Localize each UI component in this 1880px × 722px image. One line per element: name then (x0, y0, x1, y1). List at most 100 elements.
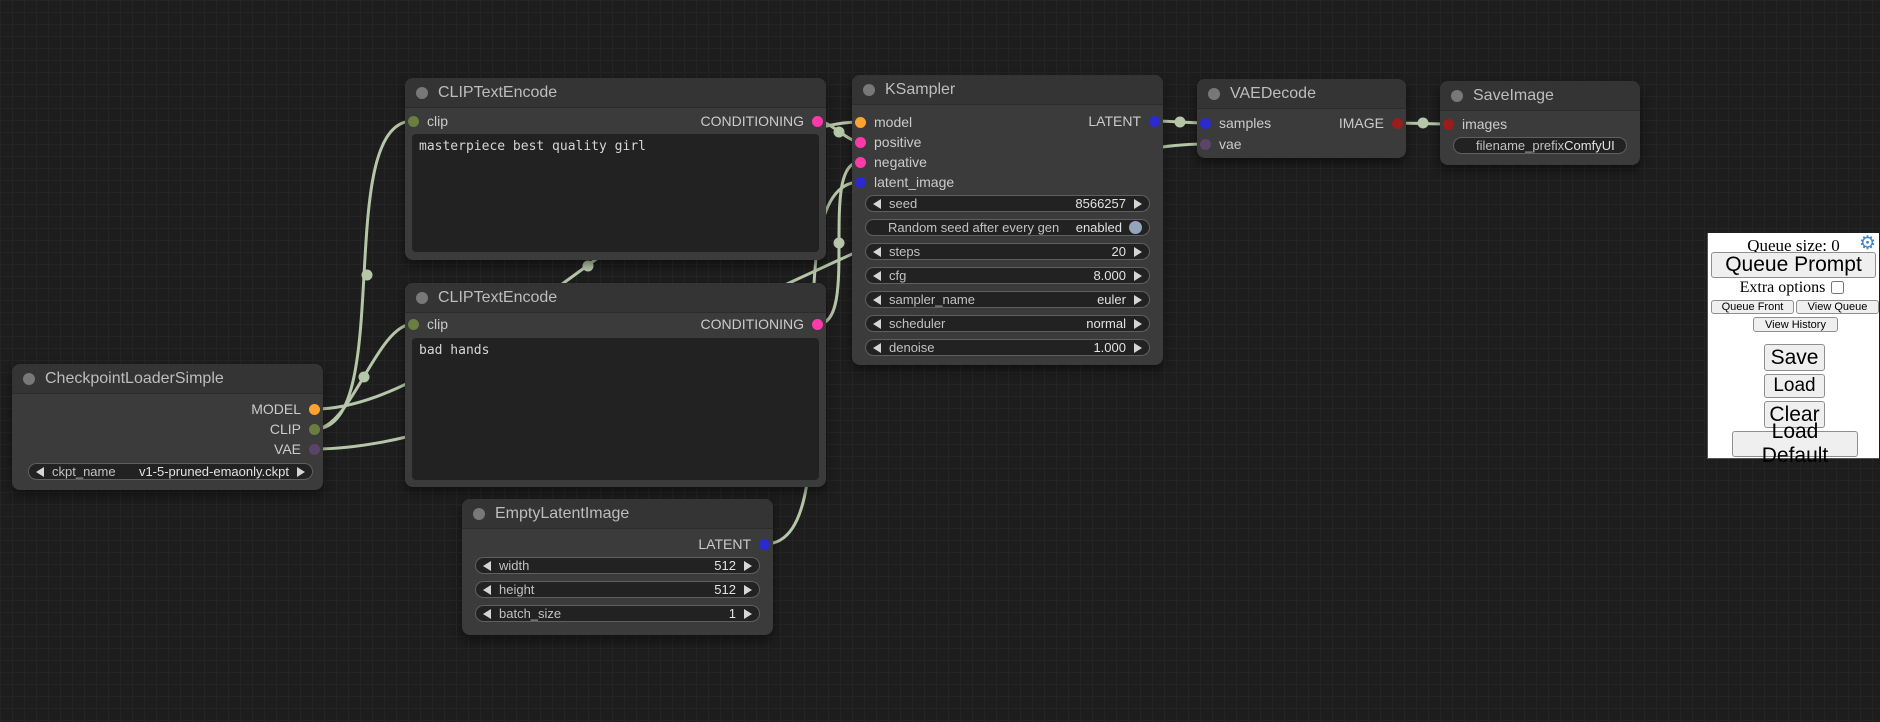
conditioning-slot-dot[interactable] (812, 319, 823, 330)
node-checkpoint-loader[interactable]: CheckpointLoaderSimple MODEL CLIP VAE ck… (12, 364, 323, 490)
output-slot-latent[interactable]: LATENT (1088, 113, 1160, 129)
model-slot-dot[interactable] (309, 404, 320, 415)
decrement-arrow-icon[interactable] (873, 271, 881, 281)
output-slot-model[interactable]: MODEL (251, 401, 320, 417)
output-slot-vae[interactable]: VAE (274, 441, 320, 457)
input-slot-negative[interactable]: negative (855, 154, 927, 170)
increment-arrow-icon[interactable] (744, 585, 752, 595)
latent-slot-dot[interactable] (759, 539, 770, 550)
increment-arrow-icon[interactable] (1134, 247, 1142, 257)
clip-slot-dot[interactable] (408, 319, 419, 330)
increment-arrow-icon[interactable] (1134, 343, 1142, 353)
increment-arrow-icon[interactable] (744, 561, 752, 571)
increment-arrow-icon[interactable] (1134, 199, 1142, 209)
collapse-dot-icon[interactable] (863, 84, 875, 96)
input-slot-vae[interactable]: vae (1200, 136, 1242, 152)
scheduler-widget[interactable]: scheduler normal (865, 315, 1150, 332)
image-slot-dot[interactable] (1392, 118, 1403, 129)
input-slot-clip[interactable]: clip (408, 113, 448, 129)
increment-arrow-icon[interactable] (297, 467, 305, 477)
node-ksampler[interactable]: KSampler model positive negative latent_… (852, 75, 1163, 365)
latent-slot-dot[interactable] (1149, 116, 1160, 127)
output-slot-conditioning[interactable]: CONDITIONING (701, 316, 823, 332)
cfg-widget[interactable]: cfg 8.000 (865, 267, 1150, 284)
node-title-bar[interactable]: CLIPTextEncode (405, 283, 826, 313)
latent-slot-dot[interactable] (855, 177, 866, 188)
random-seed-toggle-widget[interactable]: Random seed after every gen enabled (865, 219, 1150, 236)
node-clip-text-encode-negative[interactable]: CLIPTextEncode clip CONDITIONING bad han… (405, 283, 826, 487)
vae-slot-dot[interactable] (309, 444, 320, 455)
output-slot-image[interactable]: IMAGE (1339, 115, 1403, 131)
input-slot-clip[interactable]: clip (408, 316, 448, 332)
conditioning-slot-dot[interactable] (855, 157, 866, 168)
collapse-dot-icon[interactable] (473, 508, 485, 520)
node-clip-text-encode-positive[interactable]: CLIPTextEncode clip CONDITIONING masterp… (405, 78, 826, 260)
steps-widget[interactable]: steps 20 (865, 243, 1150, 260)
input-slot-latent-image[interactable]: latent_image (855, 174, 954, 190)
decrement-arrow-icon[interactable] (36, 467, 44, 477)
ckpt-name-widget[interactable]: ckpt_name v1-5-pruned-emaonly.ckpt (28, 463, 313, 480)
queue-front-button[interactable]: Queue Front (1711, 300, 1794, 314)
denoise-widget[interactable]: denoise 1.000 (865, 339, 1150, 356)
output-slot-conditioning[interactable]: CONDITIONING (701, 113, 823, 129)
output-slot-latent[interactable]: LATENT (698, 536, 770, 552)
input-slot-samples[interactable]: samples (1200, 115, 1271, 131)
collapse-dot-icon[interactable] (1451, 90, 1463, 102)
collapse-dot-icon[interactable] (416, 87, 428, 99)
input-slot-model[interactable]: model (855, 114, 912, 130)
node-title-bar[interactable]: SaveImage (1440, 81, 1640, 111)
image-slot-dot[interactable] (1443, 119, 1454, 130)
collapse-dot-icon[interactable] (23, 373, 35, 385)
width-widget[interactable]: width 512 (475, 557, 760, 574)
model-slot-dot[interactable] (855, 117, 866, 128)
batch-size-widget[interactable]: batch_size 1 (475, 605, 760, 622)
prompt-textarea[interactable]: bad hands (412, 338, 819, 480)
increment-arrow-icon[interactable] (744, 609, 752, 619)
node-title-bar[interactable]: CheckpointLoaderSimple (12, 364, 323, 394)
view-history-button[interactable]: View History (1753, 317, 1838, 332)
conditioning-slot-dot[interactable] (855, 137, 866, 148)
load-default-button[interactable]: Load Default (1732, 431, 1858, 457)
widget-label: seed (889, 196, 917, 211)
view-queue-button[interactable]: View Queue (1796, 300, 1879, 314)
decrement-arrow-icon[interactable] (873, 295, 881, 305)
input-slot-positive[interactable]: positive (855, 134, 921, 150)
node-title-bar[interactable]: CLIPTextEncode (405, 78, 826, 108)
collapse-dot-icon[interactable] (416, 292, 428, 304)
sampler-name-widget[interactable]: sampler_name euler (865, 291, 1150, 308)
node-empty-latent-image[interactable]: EmptyLatentImage LATENT width 512 height… (462, 499, 773, 635)
node-title-bar[interactable]: EmptyLatentImage (462, 499, 773, 529)
collapse-dot-icon[interactable] (1208, 88, 1220, 100)
height-widget[interactable]: height 512 (475, 581, 760, 598)
conditioning-slot-dot[interactable] (812, 116, 823, 127)
decrement-arrow-icon[interactable] (873, 199, 881, 209)
load-button[interactable]: Load (1764, 374, 1825, 398)
latent-slot-dot[interactable] (1200, 118, 1211, 129)
node-vae-decode[interactable]: VAEDecode samples vae IMAGE (1197, 79, 1406, 158)
vae-slot-dot[interactable] (1200, 139, 1211, 150)
prompt-textarea[interactable]: masterpiece best quality girl (412, 134, 819, 252)
node-save-image[interactable]: SaveImage images filename_prefix ComfyUI (1440, 81, 1640, 165)
increment-arrow-icon[interactable] (1134, 319, 1142, 329)
decrement-arrow-icon[interactable] (873, 247, 881, 257)
output-slot-clip[interactable]: CLIP (270, 421, 320, 437)
increment-arrow-icon[interactable] (1134, 271, 1142, 281)
decrement-arrow-icon[interactable] (483, 585, 491, 595)
increment-arrow-icon[interactable] (1134, 295, 1142, 305)
node-title-bar[interactable]: VAEDecode (1197, 79, 1406, 109)
input-slot-images[interactable]: images (1443, 116, 1507, 132)
toggle-on-icon[interactable] (1129, 221, 1142, 234)
clip-slot-dot[interactable] (309, 424, 320, 435)
decrement-arrow-icon[interactable] (873, 319, 881, 329)
extra-options-checkbox[interactable] (1831, 281, 1844, 294)
decrement-arrow-icon[interactable] (483, 561, 491, 571)
decrement-arrow-icon[interactable] (873, 343, 881, 353)
save-button[interactable]: Save (1764, 344, 1825, 371)
filename-prefix-widget[interactable]: filename_prefix ComfyUI (1453, 137, 1627, 154)
node-title-bar[interactable]: KSampler (852, 75, 1163, 105)
queue-prompt-button[interactable]: Queue Prompt (1711, 252, 1876, 278)
clip-slot-dot[interactable] (408, 116, 419, 127)
settings-gear-icon[interactable]: ⚙ (1859, 234, 1876, 254)
seed-widget[interactable]: seed 8566257 (865, 195, 1150, 212)
decrement-arrow-icon[interactable] (483, 609, 491, 619)
